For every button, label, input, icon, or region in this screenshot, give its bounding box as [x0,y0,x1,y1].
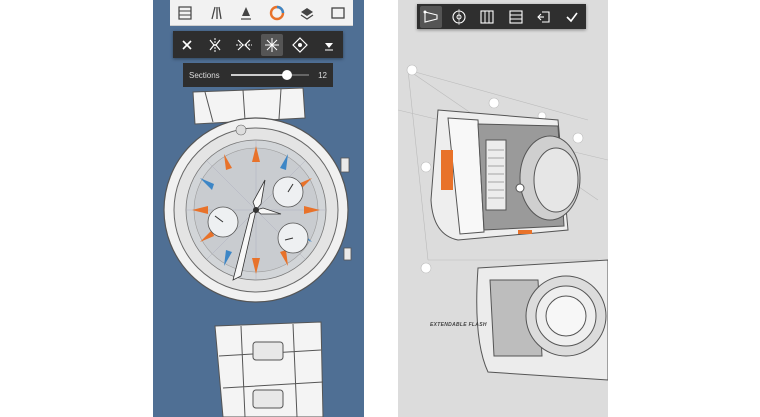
guide-toolbar [417,4,586,29]
canvas-icon[interactable] [326,2,350,24]
sections-value: 12 [318,70,327,80]
mirror-symmetry-icon[interactable] [204,34,226,56]
pen-nib-icon[interactable] [234,2,258,24]
slider-fill [231,74,288,76]
ellipse-guide-icon[interactable] [448,6,470,28]
more-options-icon[interactable] [318,34,340,56]
layout-icon[interactable] [173,2,197,24]
two-axis-symmetry-icon[interactable] [233,34,255,56]
confirm-icon[interactable] [561,6,583,28]
kaleidoscope-icon[interactable] [289,34,311,56]
brush-tools-icon[interactable] [204,2,228,24]
sections-slider-panel: Sections 12 [183,63,333,87]
layers-icon[interactable] [295,2,319,24]
slider-thumb[interactable] [282,70,293,80]
radial-symmetry-icon[interactable] [261,33,284,56]
symmetry-toolbar [173,31,343,58]
exit-guide-icon[interactable] [533,6,555,28]
sections-slider[interactable] [231,70,309,80]
right-app-screen: EXTENDABLE FLASH [398,0,608,417]
top-toolbar [170,0,353,26]
camera-sketch-canvas[interactable] [398,0,608,417]
close-icon[interactable] [176,34,198,56]
sections-label: Sections [189,70,220,80]
horizontal-split-icon[interactable] [505,6,527,28]
flash-annotation: EXTENDABLE FLASH [430,322,487,328]
color-wheel-icon[interactable] [265,2,289,24]
perspective-guide-icon[interactable] [420,5,443,28]
vertical-split-icon[interactable] [476,6,498,28]
left-app-screen: Sections 12 [153,0,364,417]
